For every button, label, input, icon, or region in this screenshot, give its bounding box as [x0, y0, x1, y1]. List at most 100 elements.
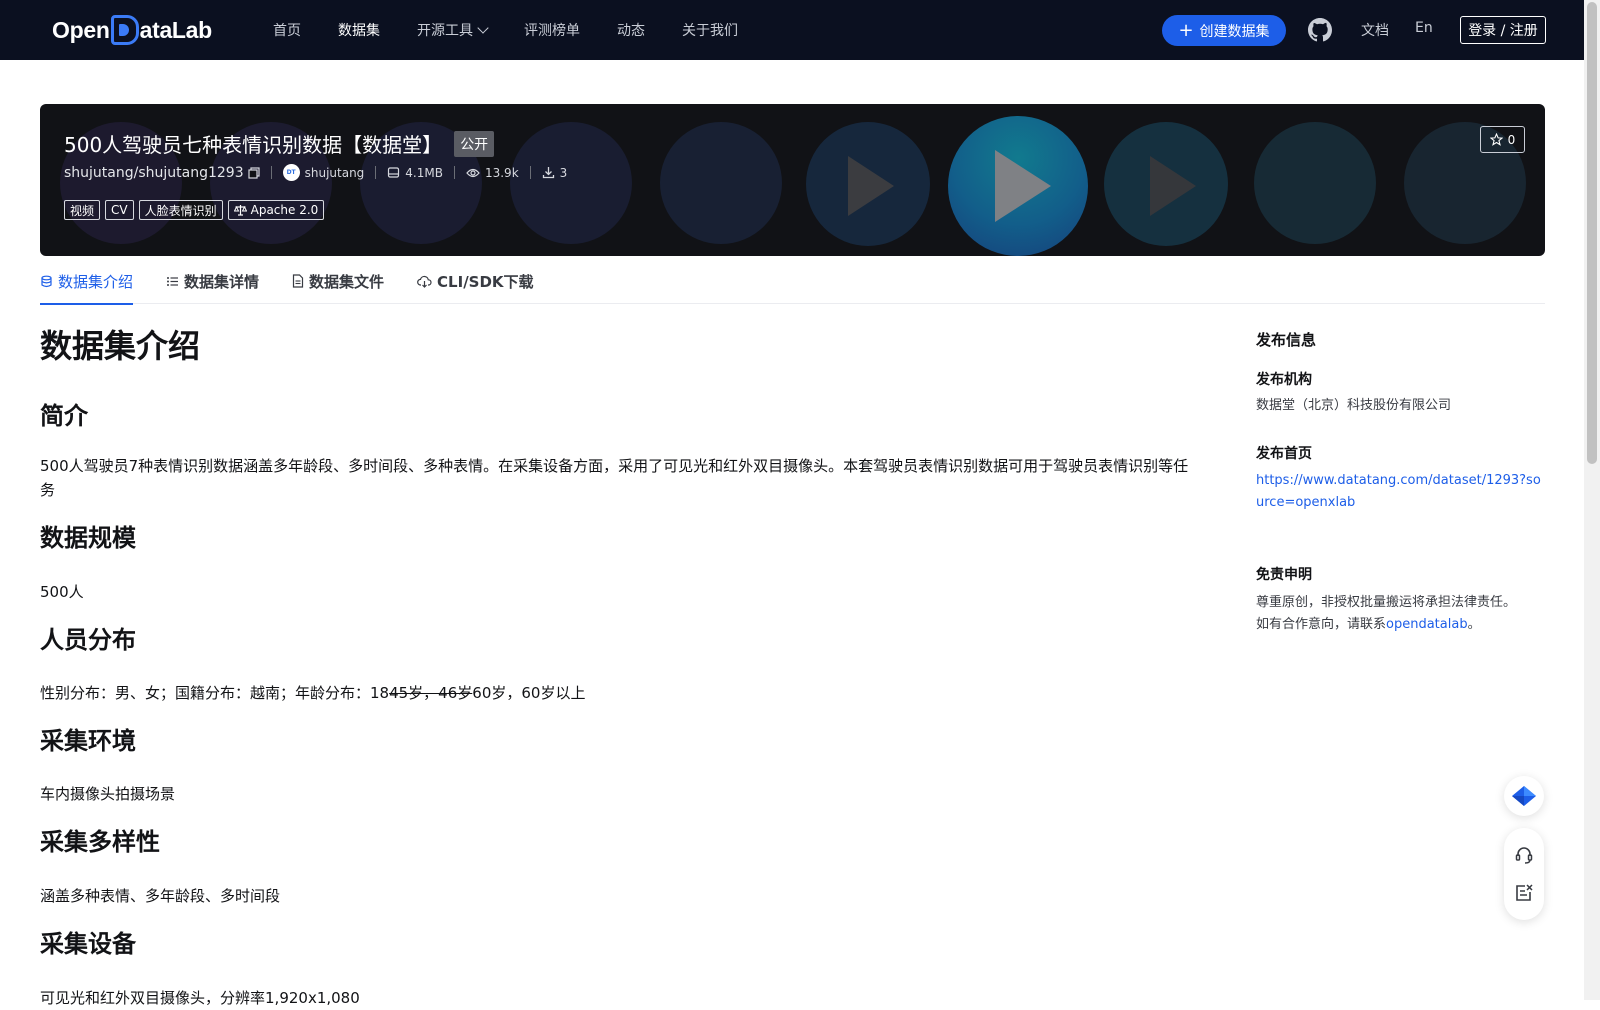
decor-circle	[510, 122, 632, 244]
play-icon	[1150, 156, 1196, 216]
eye-icon	[466, 168, 480, 177]
tag-cv[interactable]: CV	[105, 200, 134, 220]
meta-divider	[375, 166, 377, 179]
storage-icon	[388, 167, 400, 178]
section-title: 采集设备	[40, 930, 136, 958]
tab-details-label: 数据集详情	[184, 272, 260, 291]
page-title: 数据集介绍	[40, 327, 201, 365]
dataset-banner: 500人驾驶员七种表情识别数据【数据堂】 公开 shujutang/shujut…	[40, 104, 1545, 256]
copy-icon[interactable]	[248, 166, 260, 179]
section-title: 采集多样性	[40, 828, 160, 856]
logo-text-datalab: ataLab	[139, 16, 213, 43]
logo-d-icon	[110, 15, 139, 45]
section-text: 车内摄像头拍摄场景	[40, 785, 176, 803]
publisher-label: 发布机构	[1256, 372, 1312, 388]
struck-text: 45岁，46岁	[389, 684, 473, 702]
create-dataset-label: 创建数据集	[1199, 23, 1270, 40]
main-nav: 首页 数据集 开源工具 评测榜单 动态 关于我们	[273, 0, 775, 60]
avatar: DT	[282, 164, 300, 181]
disclaimer-label: 免责申明	[1256, 567, 1312, 583]
star-icon	[1489, 133, 1503, 146]
disclaimer-contact-prefix: 如有合作意向，请联系	[1256, 617, 1387, 632]
top-navbar: Open ataLab 首页 数据集 开源工具 评测榜单 动态 关于我们 + 创建…	[0, 0, 1584, 60]
dataset-meta: shujutang/shujutang1293 DT shujutang 4.1…	[64, 164, 567, 181]
file-icon	[292, 274, 304, 288]
nav-datasets-label: 数据集	[338, 23, 380, 39]
tab-details[interactable]: 数据集详情	[166, 258, 259, 304]
visibility-badge: 公开	[454, 130, 495, 157]
tag-list: 视频 CV 人脸表情识别 Apache 2.0	[64, 200, 329, 220]
list-icon	[167, 276, 179, 286]
section-text: 可见光和红外双目摄像头，分辨率1,920x1,080	[40, 989, 360, 1007]
section-text: 500人	[40, 583, 84, 601]
meta-divider	[270, 166, 272, 179]
star-button[interactable]: 0	[1480, 126, 1525, 153]
nav-news[interactable]: 动态	[617, 20, 645, 40]
view-count: 13.9k	[466, 166, 519, 180]
section-title: 人员分布	[40, 626, 136, 654]
section-text: 500人驾驶员7种表情识别数据涵盖多年龄段、多时间段、多种表情。在采集设备方面，…	[40, 457, 1189, 499]
disclaimer-contact: 如有合作意向，请联系opendatalab。	[1256, 614, 1546, 636]
language-switch[interactable]: En	[1415, 20, 1433, 36]
nav-leaderboard[interactable]: 评测榜单	[524, 20, 580, 40]
nav-news-label: 动态	[617, 23, 645, 39]
plus-icon: +	[1178, 19, 1194, 41]
headset-icon[interactable]	[1514, 845, 1534, 865]
nav-home[interactable]: 首页	[273, 20, 301, 40]
page-scrollbar[interactable]	[1584, 0, 1600, 1000]
docs-link[interactable]: 文档	[1361, 20, 1389, 40]
tab-introduction[interactable]: 数据集介绍	[40, 258, 134, 305]
section-title: 简介	[40, 402, 88, 430]
tab-files-label: 数据集文件	[309, 272, 385, 291]
nav-datasets[interactable]: 数据集	[338, 20, 380, 40]
tab-files[interactable]: 数据集文件	[292, 258, 384, 304]
decor-circle	[660, 122, 782, 244]
dataset-introduction: 数据集介绍 简介 500人驾驶员7种表情识别数据涵盖多年龄段、多时间段、多种表情…	[40, 324, 1190, 1007]
disclaimer-contact-suffix: 。	[1467, 617, 1481, 632]
homepage-link[interactable]: https://www.datatang.com/dataset/1293?so…	[1256, 470, 1546, 514]
scale-icon	[233, 205, 247, 216]
nav-about[interactable]: 关于我们	[682, 20, 738, 40]
login-register-button[interactable]: 登录 / 注册	[1460, 16, 1546, 44]
logo-text-open: Open	[52, 16, 110, 43]
publish-info-title: 发布信息	[1256, 331, 1317, 349]
create-dataset-button[interactable]: + 创建数据集	[1162, 15, 1286, 46]
tab-cli-sdk-label: CLI/SDK下载	[437, 272, 534, 291]
decor-circle	[1254, 122, 1376, 244]
tag-license-label: Apache 2.0	[250, 203, 319, 217]
cloud-download-icon	[417, 275, 432, 288]
scrollbar-thumb[interactable]	[1587, 2, 1597, 464]
github-icon[interactable]	[1308, 18, 1332, 42]
tag-face-expression[interactable]: 人脸表情识别	[138, 200, 223, 220]
support-toolbar	[1504, 828, 1544, 920]
nav-leaderboard-label: 评测榜单	[524, 23, 580, 39]
nav-home-label: 首页	[273, 23, 301, 39]
tag-video[interactable]: 视频	[64, 200, 101, 220]
dataset-title: 500人驾驶员七种表情识别数据【数据堂】	[64, 133, 443, 157]
meta-divider	[529, 166, 531, 179]
section-text: 涵盖多种表情、多年龄段、多时间段	[40, 887, 281, 905]
dataset-tabs: 数据集介绍 数据集详情 数据集文件 CLI/SDK下载	[40, 258, 1545, 305]
section-text-part: 60岁，60岁以上	[472, 684, 586, 702]
tag-license[interactable]: Apache 2.0	[227, 200, 325, 220]
feedback-icon[interactable]	[1514, 883, 1534, 903]
download-icon	[542, 167, 554, 179]
dataset-size: 4.1MB	[387, 166, 443, 180]
star-count: 0	[1507, 132, 1516, 147]
owner-link[interactable]: DT shujutang	[282, 164, 365, 181]
section-title: 采集环境	[40, 727, 136, 755]
download-count: 3	[542, 165, 568, 180]
section-title: 数据规模	[40, 524, 136, 552]
publisher-value: 数据堂（北京）科技股份有限公司	[1256, 398, 1452, 413]
section-text-part: 性别分布：男、女；国籍分布：越南；年龄分布：18	[40, 684, 390, 702]
nav-open-tools[interactable]: 开源工具	[417, 20, 489, 40]
opendatalab-contact-link[interactable]: opendatalab	[1386, 617, 1468, 632]
play-icon	[995, 150, 1051, 222]
tab-introduction-label: 数据集介绍	[58, 272, 134, 291]
nav-open-tools-label: 开源工具	[417, 23, 473, 39]
opendatalab-logo[interactable]: Open ataLab	[52, 14, 212, 46]
tab-cli-sdk[interactable]: CLI/SDK下载	[417, 258, 534, 304]
download-count-value: 3	[559, 165, 568, 180]
assistant-button[interactable]	[1504, 776, 1544, 816]
owner-name: shujutang	[304, 165, 365, 180]
